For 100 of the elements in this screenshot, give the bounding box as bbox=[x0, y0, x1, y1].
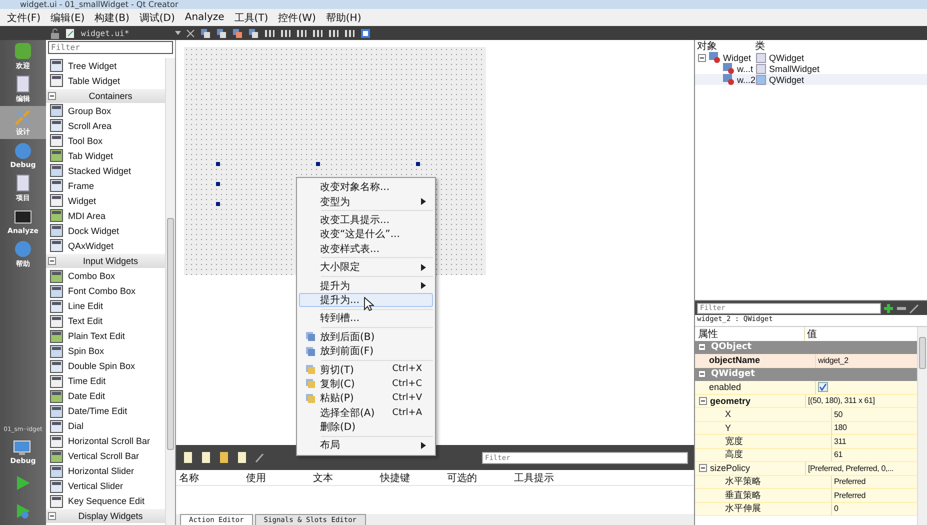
widget-item[interactable]: QAxWidget bbox=[46, 238, 165, 254]
collapse-icon[interactable] bbox=[698, 54, 706, 62]
property-name[interactable]: geometry bbox=[695, 394, 806, 408]
menu-item[interactable]: 删除(D) bbox=[299, 420, 433, 434]
menu-item[interactable]: 改变对象名称... bbox=[299, 180, 433, 194]
property-value[interactable]: Preferred bbox=[832, 489, 917, 502]
menu-item[interactable]: 大小限定 bbox=[299, 260, 433, 274]
property-name[interactable]: 宽度 bbox=[695, 435, 832, 448]
widget-item[interactable]: Date/Time Edit bbox=[46, 404, 165, 419]
column-header[interactable]: 工具提示 bbox=[511, 470, 578, 484]
widget-item[interactable]: Key Sequence Edit bbox=[46, 494, 165, 509]
widget-item[interactable]: Plain Text Edit bbox=[46, 328, 165, 344]
property-name[interactable]: 垂直策略 bbox=[695, 489, 832, 502]
menu-item[interactable]: 文件(F) bbox=[2, 10, 46, 24]
document-icon[interactable] bbox=[218, 451, 230, 464]
menu-item[interactable]: 放到前面(F) bbox=[299, 344, 433, 358]
menu-item[interactable]: 帮助(H) bbox=[320, 10, 366, 24]
scrollbar[interactable] bbox=[165, 58, 175, 525]
menu-item[interactable]: Analyze bbox=[180, 12, 230, 23]
property-name[interactable]: 水平策略 bbox=[695, 476, 832, 489]
widget-item[interactable]: Font Combo Box bbox=[46, 284, 165, 299]
menu-item[interactable]: 构建(B) bbox=[90, 10, 134, 24]
add-icon[interactable] bbox=[883, 302, 894, 314]
widget-item[interactable]: Horizontal Slider bbox=[46, 464, 165, 479]
menu-item[interactable]: 变型为 bbox=[299, 194, 433, 209]
layout-tool-icon[interactable] bbox=[248, 28, 259, 38]
menu-item[interactable]: 调试(D) bbox=[134, 10, 180, 24]
widget-item[interactable]: Tree Widget bbox=[46, 58, 165, 73]
layout-tool-icon[interactable] bbox=[280, 28, 291, 38]
column-header[interactable]: 类 bbox=[755, 39, 765, 53]
menu-item[interactable]: 改变“这是什么”... bbox=[299, 227, 433, 242]
column-header[interactable]: 文本 bbox=[310, 470, 377, 484]
layout-tool-icon[interactable] bbox=[200, 28, 211, 38]
widget-item[interactable]: Line Edit bbox=[46, 298, 165, 314]
checkbox[interactable] bbox=[818, 382, 828, 392]
collapse-icon[interactable] bbox=[48, 512, 56, 520]
layout-tool-icon[interactable] bbox=[296, 28, 307, 38]
layout-tool-icon[interactable] bbox=[328, 28, 339, 38]
property-name[interactable]: X bbox=[695, 408, 832, 422]
property-name[interactable]: 水平伸展 bbox=[695, 502, 832, 516]
selection-handle[interactable] bbox=[316, 162, 320, 166]
menu-item[interactable]: 复制(C) Ctrl+C bbox=[299, 376, 433, 392]
selection-handle[interactable] bbox=[416, 162, 420, 166]
widget-item[interactable]: Group Box bbox=[46, 103, 165, 118]
tree-row[interactable]: w...2 QWidget bbox=[695, 74, 927, 85]
property-value[interactable]: Preferred bbox=[832, 476, 917, 489]
property-value[interactable]: 0 bbox=[832, 502, 917, 516]
lock-icon[interactable] bbox=[50, 28, 60, 38]
tree-row[interactable]: Widget QWidget bbox=[695, 52, 927, 63]
property-name[interactable]: 高度 bbox=[695, 448, 832, 462]
widget-item[interactable]: Spin Box bbox=[46, 344, 165, 359]
widget-item[interactable]: Dock Widget bbox=[46, 223, 165, 238]
property-value[interactable]: [Preferred, Preferred, 0,... bbox=[806, 462, 917, 476]
menu-item[interactable]: 放到后面(B) bbox=[299, 330, 433, 344]
column-header[interactable]: 快捷键 bbox=[377, 470, 444, 484]
widget-item[interactable]: Stacked Widget bbox=[46, 163, 165, 178]
menu-item[interactable]: 选择全部(A) Ctrl+A bbox=[299, 405, 433, 420]
layout-tool-icon[interactable] bbox=[264, 28, 275, 38]
widget-item[interactable]: Horizontal Scroll Bar bbox=[46, 434, 165, 449]
menu-item[interactable]: 改变工具提示... bbox=[299, 212, 433, 228]
menu-item[interactable]: 编辑(E) bbox=[46, 10, 90, 24]
widget-item[interactable]: Combo Box bbox=[46, 268, 165, 284]
document-icon[interactable] bbox=[182, 451, 194, 464]
column-header[interactable]: 使用 bbox=[243, 470, 310, 484]
menu-item[interactable]: 布局 bbox=[299, 438, 433, 453]
widget-item[interactable]: Scroll Area bbox=[46, 118, 165, 134]
collapse-icon[interactable] bbox=[699, 396, 707, 405]
category-header[interactable]: Input Widgets bbox=[46, 254, 165, 268]
file-combo[interactable]: widget.ui* bbox=[81, 28, 181, 38]
selection-handle[interactable] bbox=[216, 162, 220, 166]
category-header[interactable]: Display Widgets bbox=[46, 509, 165, 524]
property-value[interactable]: [(50, 180), 311 x 61] bbox=[806, 394, 917, 408]
selection-handle[interactable] bbox=[216, 202, 220, 206]
layout-tool-icon[interactable] bbox=[360, 28, 371, 38]
property-value[interactable]: 180 bbox=[832, 422, 917, 435]
property-name[interactable]: objectName bbox=[695, 354, 816, 368]
layout-tool-icon[interactable] bbox=[216, 28, 227, 38]
category-header[interactable]: Containers bbox=[46, 88, 165, 103]
column-header[interactable]: 对象 bbox=[695, 39, 755, 53]
column-header[interactable]: 名称 bbox=[176, 470, 243, 484]
widget-item[interactable]: Text Edit bbox=[46, 314, 165, 329]
menu-item[interactable]: 工具(T) bbox=[229, 10, 274, 24]
widget-item[interactable]: Widget bbox=[46, 193, 165, 208]
layout-tool-icon[interactable] bbox=[344, 28, 355, 38]
layout-tool-icon[interactable] bbox=[312, 28, 323, 38]
widget-item[interactable]: Date Edit bbox=[46, 388, 165, 404]
menu-item[interactable]: 转到槽... bbox=[299, 311, 433, 326]
property-value[interactable]: widget_2 bbox=[816, 354, 917, 368]
widget-item[interactable]: Frame bbox=[46, 178, 165, 194]
widget-item[interactable]: Tab Widget bbox=[46, 148, 165, 164]
property-value[interactable]: 50 bbox=[832, 408, 917, 422]
property-name[interactable]: Y bbox=[695, 422, 832, 435]
close-icon[interactable] bbox=[186, 28, 195, 38]
menu-item[interactable]: 改变样式表... bbox=[299, 242, 433, 256]
widget-item[interactable]: Double Spin Box bbox=[46, 358, 165, 374]
property-name[interactable]: enabled bbox=[695, 381, 816, 394]
tree-row[interactable]: w...t SmallWidget bbox=[695, 63, 927, 74]
column-header[interactable]: 可选的 bbox=[444, 470, 511, 484]
widget-item[interactable]: MDI Area bbox=[46, 208, 165, 224]
collapse-icon[interactable] bbox=[48, 257, 56, 266]
